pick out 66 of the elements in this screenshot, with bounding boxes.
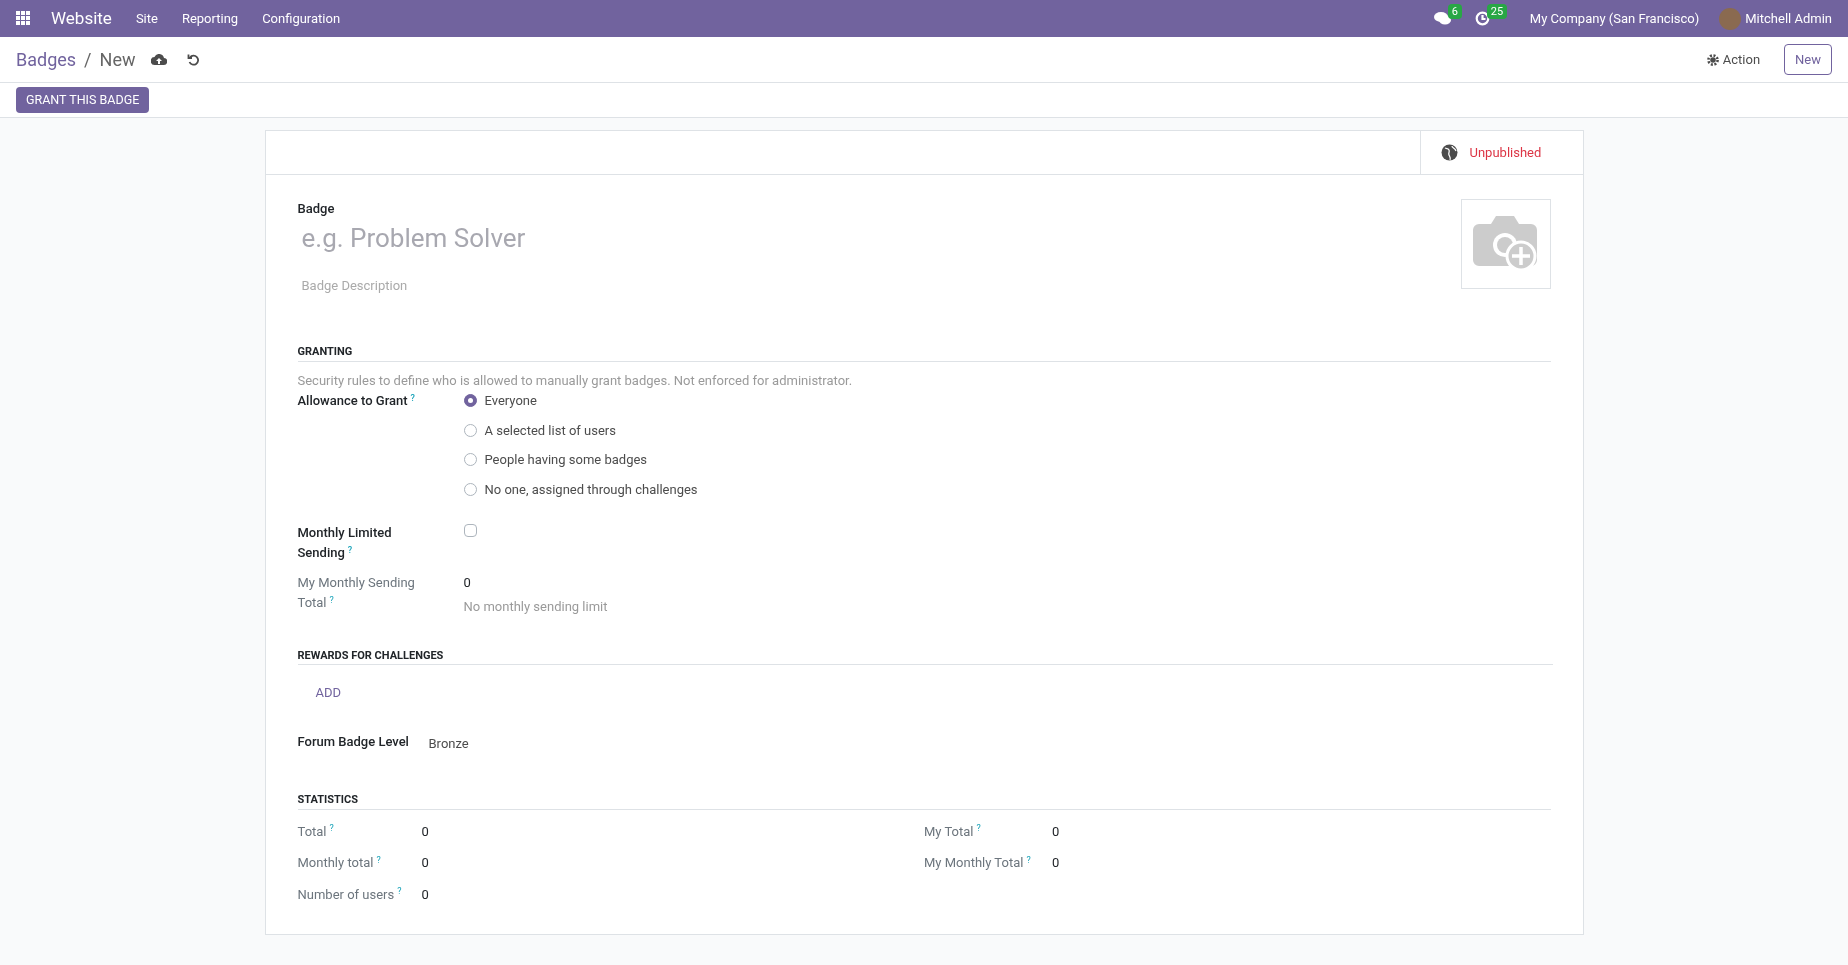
- breadcrumb-current: New: [99, 48, 136, 72]
- field-label: Monthly total $^{?}$: [297, 853, 382, 872]
- user-avatar: [1719, 7, 1742, 30]
- help-tooltip-icon[interactable]: ?: [329, 823, 334, 833]
- field-label: Monthly Limited Sending $^{?}$: [297, 524, 393, 562]
- field-value: 0: [1052, 854, 1060, 872]
- radio-button[interactable]: [463, 453, 477, 467]
- radio-button[interactable]: [463, 482, 477, 496]
- badge-description-input[interactable]: Badge Description: [297, 275, 798, 295]
- radio-option[interactable]: No one, assigned through challenges: [463, 479, 698, 499]
- field-value: 0: [1052, 822, 1060, 841]
- help-tooltip-icon[interactable]: ?: [347, 544, 353, 555]
- new-button[interactable]: New: [1784, 44, 1832, 75]
- radio-option[interactable]: A selected list of users: [463, 420, 698, 440]
- image-upload-field[interactable]: [1460, 199, 1551, 289]
- clock-icon[interactable]: [1474, 11, 1490, 26]
- field-label: Badge: [297, 200, 336, 218]
- gear-icon: [1706, 53, 1719, 66]
- field-label: Total $^{?}$: [297, 822, 335, 841]
- field-label: My Total $^{?}$: [924, 822, 982, 841]
- section-title: STATISTICS: [297, 793, 359, 806]
- breadcrumb-link[interactable]: Badges: [16, 46, 77, 73]
- badge-name-input[interactable]: e.g. Problem Solver: [297, 218, 998, 258]
- help-tooltip-icon[interactable]: ?: [397, 886, 402, 896]
- field-label: Forum Badge Level: [297, 733, 410, 751]
- field-value: Bronze: [428, 734, 469, 753]
- radio-button[interactable]: [463, 423, 477, 437]
- globe-icon: [1440, 144, 1458, 161]
- help-tooltip-icon[interactable]: ?: [329, 594, 334, 605]
- field-value: 0: [421, 885, 429, 904]
- notification-badge: 25: [1486, 4, 1508, 19]
- help-tooltip-icon[interactable]: ?: [1026, 854, 1031, 865]
- help-text: Security rules to define who is allowed to manually grant badges. Not enforced for administrator.: [297, 371, 854, 390]
- radio-option[interactable]: Everyone: [463, 391, 698, 411]
- field-label: Allowance to Grant $^{?}$: [297, 393, 415, 408]
- company-switcher[interactable]: My Company (San Francisco): [1529, 8, 1700, 29]
- field-value: 0: [421, 822, 429, 841]
- cloud-upload-icon[interactable]: [151, 53, 168, 66]
- section-title: GRANTING: [297, 345, 353, 358]
- undo-icon[interactable]: [187, 53, 201, 66]
- grant-badge-button[interactable]: GRANT THIS BADGE: [16, 87, 150, 113]
- user-menu[interactable]: Mitchell Admin: [1745, 8, 1832, 29]
- publish-status-button[interactable]: Unpublished: [1419, 131, 1583, 174]
- notification-badge: 6: [1447, 4, 1463, 19]
- checkbox[interactable]: [463, 524, 477, 537]
- field-label: My Monthly Total $^{?}$: [924, 853, 1032, 872]
- menu-item[interactable]: Configuration: [262, 8, 341, 29]
- section-title: REWARDS FOR CHALLENGES: [297, 648, 444, 662]
- field-label: My Monthly Sending Total $^{?}$: [297, 574, 416, 612]
- breadcrumb-separator: /: [84, 48, 92, 72]
- help-tooltip-icon[interactable]: ?: [976, 823, 981, 833]
- radio-option[interactable]: People having some badges: [463, 450, 698, 470]
- field-value: 0: [463, 574, 472, 592]
- action-menu-button[interactable]: Action: [1706, 49, 1761, 70]
- menu-item[interactable]: Reporting: [181, 8, 239, 29]
- chat-icon[interactable]: [1433, 11, 1451, 26]
- help-tooltip-icon[interactable]: ?: [376, 854, 381, 865]
- field-label: Number of users $^{?}$: [297, 885, 403, 904]
- field-value: 0: [421, 854, 429, 872]
- add-line-link[interactable]: ADD: [315, 683, 342, 703]
- radio-button[interactable]: [463, 394, 477, 408]
- app-name[interactable]: Website: [51, 5, 112, 32]
- help-text: No monthly sending limit: [463, 598, 608, 616]
- menu-item[interactable]: Site: [135, 8, 158, 29]
- help-tooltip-icon[interactable]: ?: [410, 392, 415, 403]
- apps-menu-icon[interactable]: [16, 11, 31, 26]
